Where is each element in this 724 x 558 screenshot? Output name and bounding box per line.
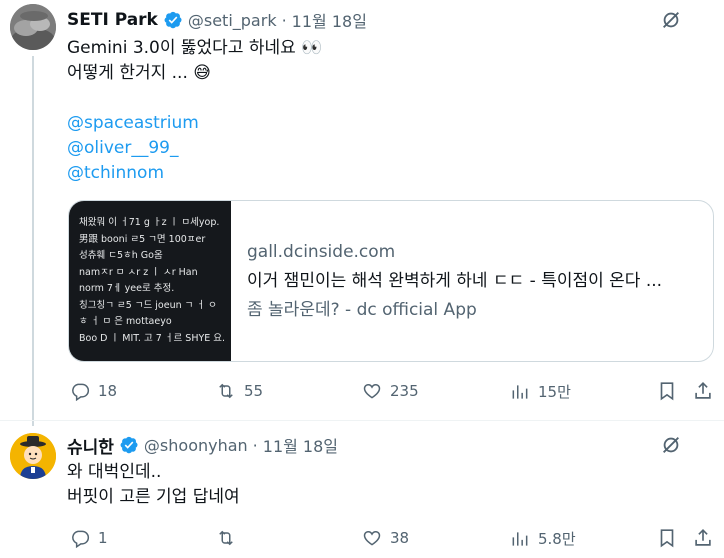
views-icon <box>512 531 528 546</box>
grok-button[interactable] <box>660 9 682 35</box>
view-count: 5.8만 <box>538 530 576 548</box>
like-icon <box>363 530 381 546</box>
repost-icon <box>219 530 233 546</box>
thumbnail-line: Boo D ㅣ MIT. 고 7 ㅓ르 SHYE 요. <box>79 332 226 344</box>
timestamp[interactable]: 11월 18일 <box>292 8 367 32</box>
like-count: 38 <box>390 529 410 547</box>
tweet-text: 와 대벅인데.. 버핏이 고른 기업 답네여 <box>67 460 240 510</box>
card-description: 좀 놀라운데? - dc official App <box>247 300 477 320</box>
grok-button[interactable] <box>660 434 682 460</box>
tweet-1[interactable]: SETI Park @seti_park · 11월 18일 Gemini 3.… <box>0 0 724 426</box>
repost-count: 55 <box>244 382 264 400</box>
mention-link[interactable]: @oliver__99_ <box>67 136 322 161</box>
text-line: Gemini 3.0이 뚫었다고 하네요 👀 <box>67 38 323 58</box>
avatar-image <box>10 433 56 479</box>
like-count: 235 <box>390 382 419 400</box>
verified-badge-icon <box>164 11 182 29</box>
thread-line <box>32 56 34 426</box>
tweet-header: 슈니한 @shoonyhan · 11월 18일 <box>67 433 338 458</box>
display-name[interactable]: 슈니한 <box>67 433 114 458</box>
tweet-text: Gemini 3.0이 뚫었다고 하네요 👀 어떻게 한거지 ... 😅 @sp… <box>67 36 322 186</box>
thumbnail-line: 채왔뭐 이 ㅓ71 g ㅏz ㅣ ㅁ세yop. <box>79 217 220 228</box>
view-count: 15만 <box>538 383 571 401</box>
separator: · <box>252 435 258 455</box>
reply-count: 1 <box>98 529 108 547</box>
like-icon <box>363 383 381 399</box>
views-button[interactable]: 15만 <box>510 381 571 402</box>
repost-icon <box>219 383 233 399</box>
tweet-header: SETI Park @seti_park · 11월 18일 <box>67 8 367 32</box>
thumbnail-line: namㅈr ㅁ ㅅr z ㅣ ㅅr Han <box>79 266 198 278</box>
share-button[interactable] <box>692 380 714 406</box>
bookmark-icon <box>660 529 674 548</box>
thumbnail-line: 男跟 booni ㄹ5 ㄱ면 100ㅍer <box>79 233 206 245</box>
mention-link[interactable]: @spaceastrium <box>67 111 322 136</box>
like-button[interactable]: 235 <box>362 381 419 401</box>
reply-icon <box>72 383 90 401</box>
text-line: 버핏이 고른 기업 답네여 <box>67 487 240 507</box>
text-line: 와 대벅인데.. <box>67 462 162 482</box>
reply-button[interactable]: 1 <box>70 528 108 548</box>
reply-icon <box>72 530 90 548</box>
thumbnail-line: norm 7ㅔ yee로 추정. <box>79 283 175 294</box>
avatar-seti-park[interactable] <box>10 4 56 50</box>
verified-badge-icon <box>120 436 138 454</box>
mention-link[interactable]: @tchinnom <box>67 161 322 186</box>
text-line: 어떻게 한거지 ... 😅 <box>67 63 211 83</box>
tweet-2[interactable]: 슈니한 @shoonyhan · 11월 18일 와 대벅인데.. 버핏이 고른… <box>0 421 724 558</box>
avatar-image <box>10 4 56 50</box>
handle[interactable]: @seti_park <box>188 11 277 30</box>
separator: · <box>281 10 287 30</box>
share-button[interactable] <box>692 527 714 553</box>
link-card[interactable]: 채왔뭐 이 ㅓ71 g ㅏz ㅣ ㅁ세yop. 男跟 booni ㄹ5 ㄱ면 1… <box>68 200 714 362</box>
views-icon <box>512 384 528 399</box>
handle[interactable]: @shoonyhan <box>144 436 248 455</box>
repost-button[interactable] <box>216 528 244 548</box>
timestamp[interactable]: 11월 18일 <box>263 433 338 457</box>
grok-icon <box>663 437 679 453</box>
bookmark-button[interactable] <box>656 527 678 553</box>
share-icon <box>695 382 711 399</box>
thumbnail-line: 성츄훼 ㄷ5ㅎh Go옴 <box>79 250 163 261</box>
repost-button[interactable]: 55 <box>216 381 263 401</box>
bookmark-icon <box>660 382 674 401</box>
card-title: 이거 잼민이는 해석 완벽하게 하네 ㄷㄷ - 특이점이 온다 ... <box>247 271 663 291</box>
bookmark-button[interactable] <box>656 380 678 406</box>
reply-count: 18 <box>98 382 118 400</box>
avatar-shoonyhan[interactable] <box>10 433 56 479</box>
grok-icon <box>663 12 679 28</box>
thumbnail-line: ㅎ ㅓ ㅁ 은 mottaeyo <box>79 316 172 327</box>
card-domain: gall.dcinside.com <box>247 242 396 262</box>
reply-button[interactable]: 18 <box>70 381 117 401</box>
like-button[interactable]: 38 <box>362 528 409 548</box>
display-name[interactable]: SETI Park <box>67 10 158 30</box>
card-info: gall.dcinside.com 이거 잼민이는 해석 완벽하게 하네 ㄷㄷ … <box>231 201 662 361</box>
share-icon <box>695 529 711 546</box>
thumbnail-line: 칭그칭ㄱ ㄹ5 ㄱ드 joeun ㄱ ㅓ ㅇ <box>79 299 217 311</box>
card-thumbnail: 채왔뭐 이 ㅓ71 g ㅏz ㅣ ㅁ세yop. 男跟 booni ㄹ5 ㄱ면 1… <box>69 201 231 361</box>
views-button[interactable]: 5.8만 <box>510 528 576 549</box>
